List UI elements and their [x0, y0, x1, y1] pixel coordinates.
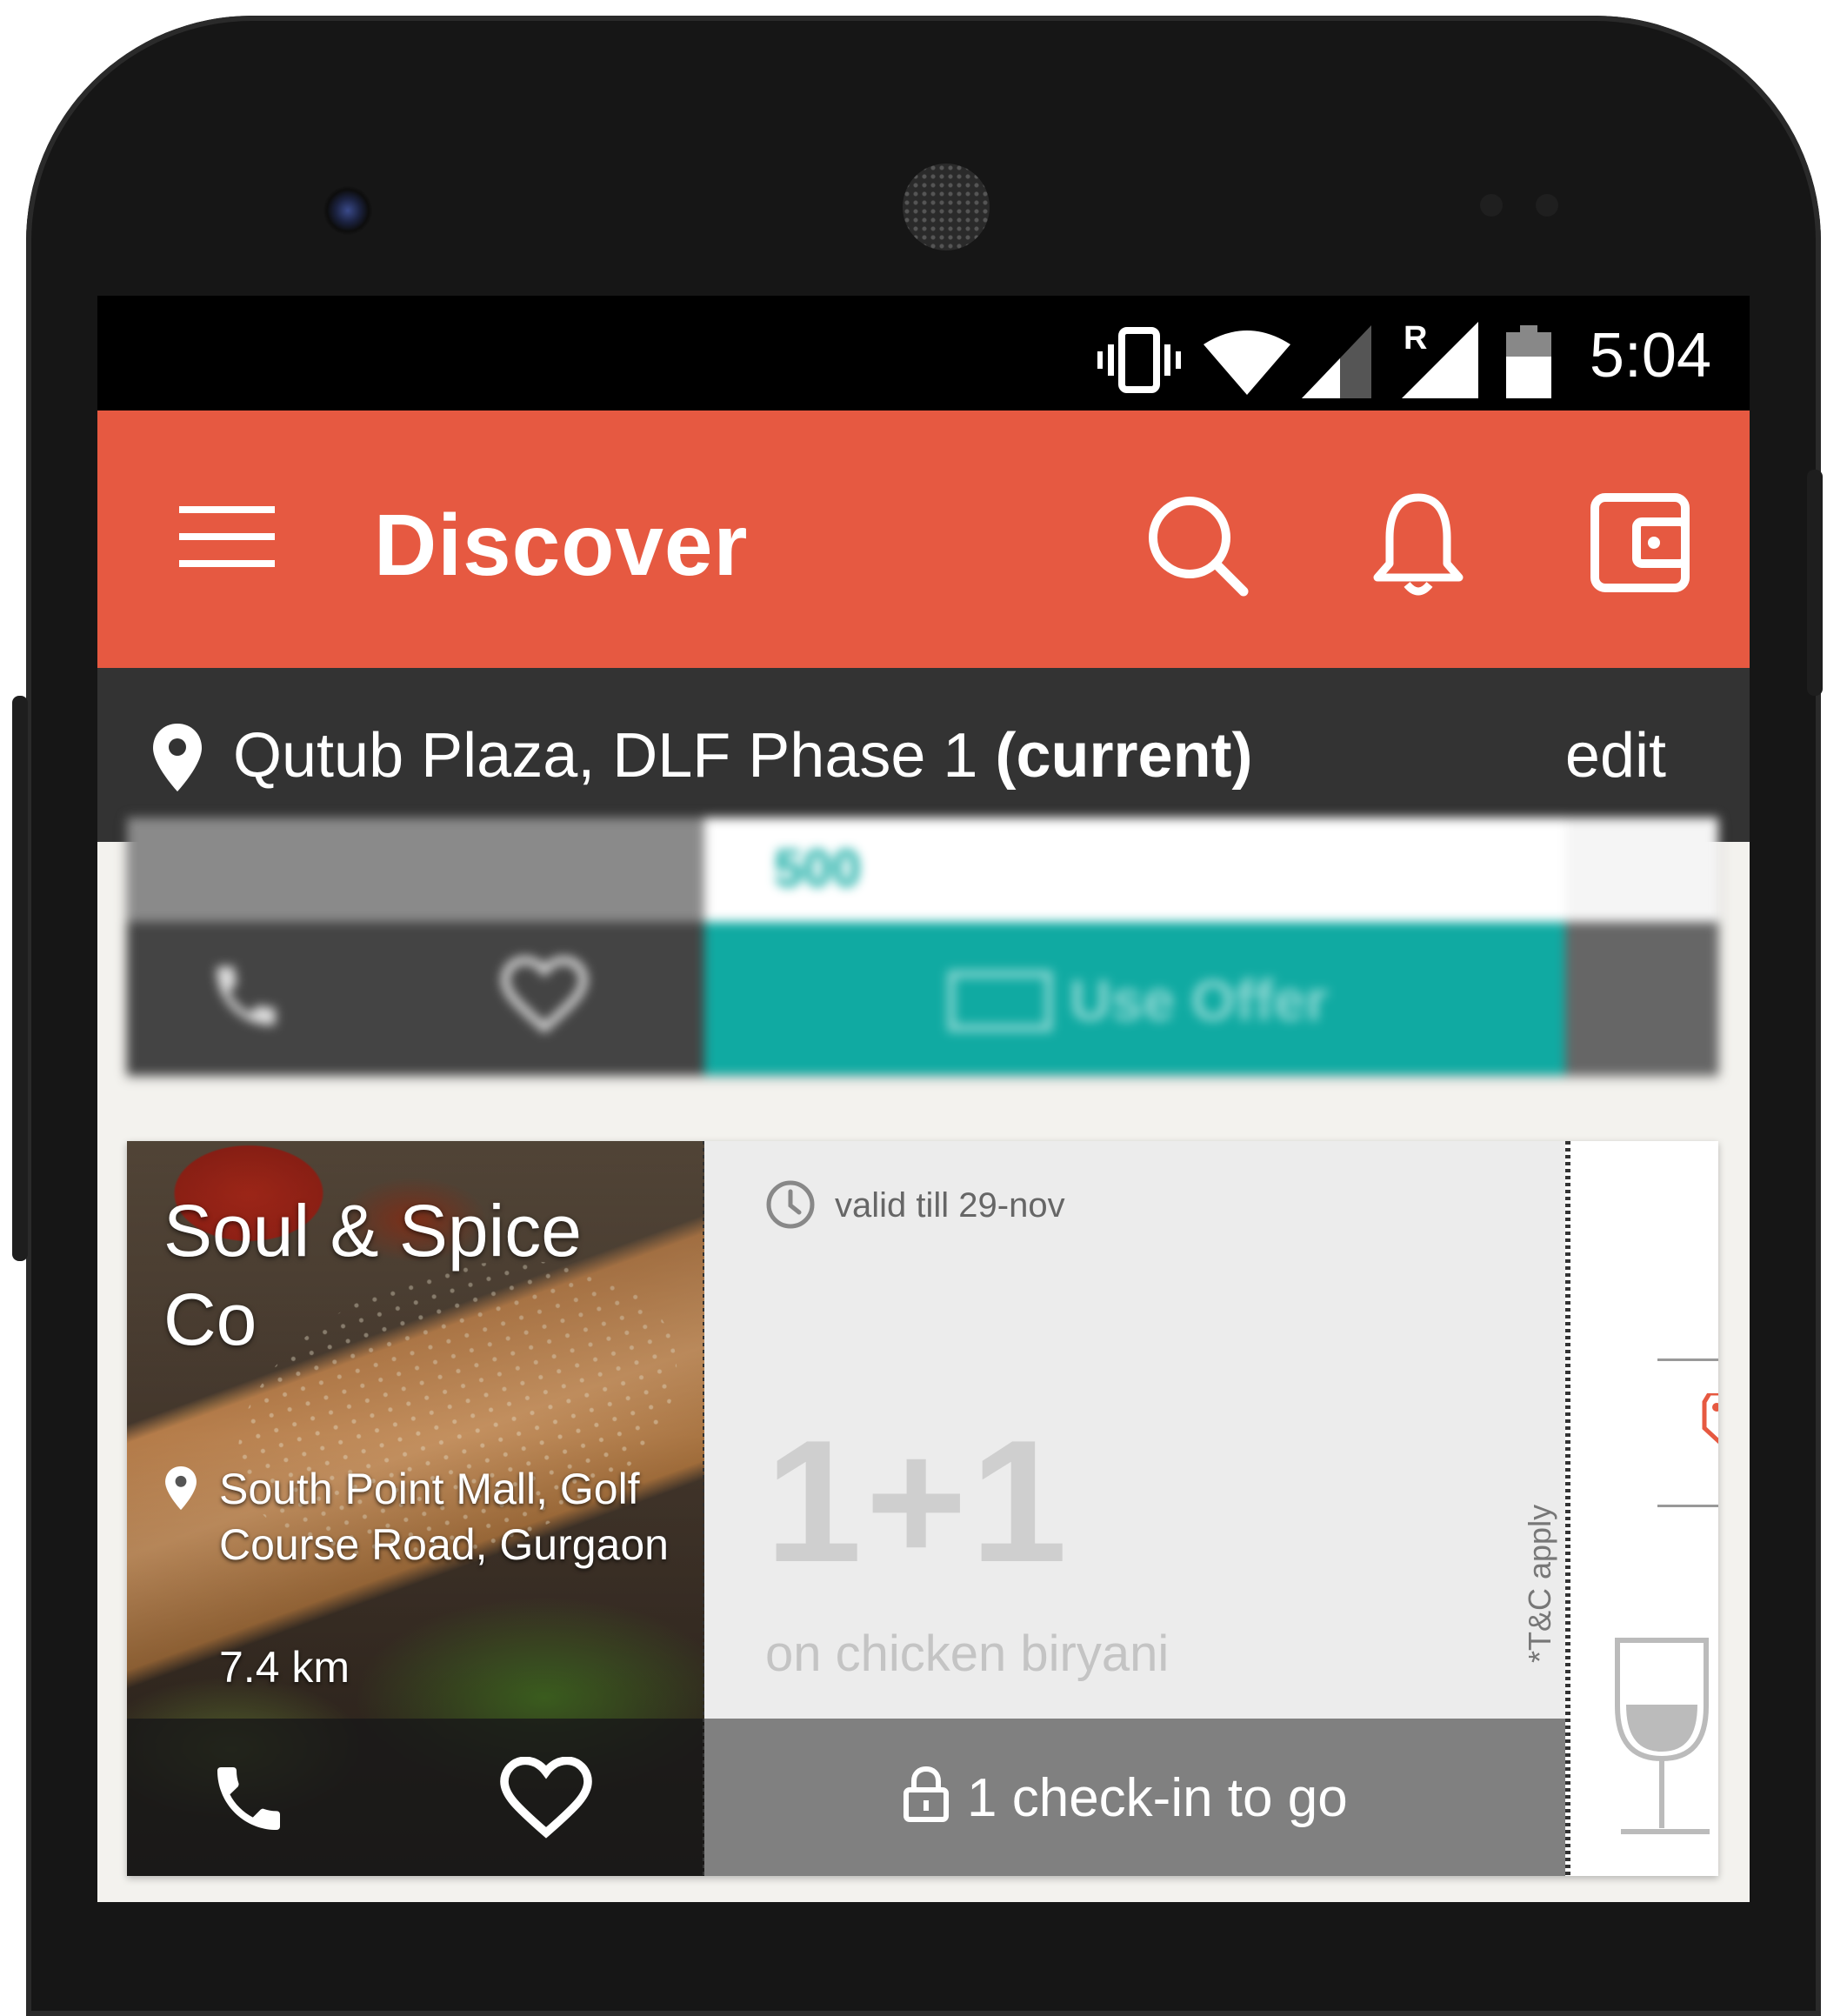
- terms-note[interactable]: *T&C apply: [1522, 1505, 1558, 1663]
- lock-icon: [903, 1766, 949, 1822]
- use-offer-button[interactable]: Use Offer: [704, 922, 1565, 1075]
- card-action-bar: [127, 922, 704, 1075]
- menu-icon[interactable]: [179, 506, 275, 567]
- power-button: [1807, 470, 1823, 696]
- location-pin-icon: [153, 724, 202, 791]
- edit-location-button[interactable]: edit: [1565, 720, 1666, 791]
- address-pin-icon: [165, 1466, 197, 1510]
- venue-distance: 7.4 km: [219, 1643, 350, 1692]
- venue-name: Soul & Spice Co: [163, 1190, 582, 1360]
- next-card-peek: [1570, 1141, 1718, 1876]
- screen: R 5:04 Discover Qutub Plaza, DLF Phase 1…: [97, 296, 1750, 1902]
- volume-button: [12, 696, 28, 1261]
- offer-value: 500: [774, 839, 862, 898]
- card-offer-area: 500: [704, 818, 1565, 922]
- offer-deal: 1+1: [765, 1405, 1071, 1599]
- earpiece-speaker: [903, 164, 990, 250]
- page-title: Discover: [374, 497, 749, 594]
- status-bar: R 5:04: [97, 296, 1750, 411]
- card-right-strip-top: [1565, 818, 1718, 922]
- use-offer-label: Use Offer: [1070, 968, 1329, 1032]
- heart-icon[interactable]: [501, 957, 588, 1035]
- card-action-bar: [127, 1719, 704, 1876]
- wallet-icon[interactable]: [1590, 492, 1690, 593]
- app-bar: Discover: [97, 411, 1750, 668]
- phone-icon[interactable]: [207, 1757, 290, 1840]
- heart-icon[interactable]: [497, 1757, 595, 1840]
- search-icon[interactable]: [1146, 494, 1250, 598]
- checkin-button[interactable]: 1 check-in to go: [704, 1719, 1565, 1876]
- venue-address: South Point Mall, Golf Course Road, Gurg…: [219, 1465, 669, 1569]
- bell-icon[interactable]: [1370, 491, 1466, 598]
- front-camera: [323, 186, 372, 235]
- location-name: Qutub Plaza, DLF Phase 1: [233, 721, 996, 791]
- offer-card[interactable]: Soul & Spice Co South Point Mall, Golf C…: [127, 1141, 1718, 1876]
- offer-validity: valid till 29-nov: [835, 1186, 1065, 1225]
- battery-icon: [1506, 325, 1551, 398]
- clock-icon: [766, 1180, 815, 1229]
- light-sensor: [1536, 194, 1558, 217]
- proximity-sensor: [1480, 194, 1503, 217]
- roaming-signal-icon: R: [1402, 320, 1478, 398]
- ticket-icon: [948, 971, 1052, 1031]
- current-location: Qutub Plaza, DLF Phase 1 (current): [233, 720, 1253, 791]
- venue-photo: Soul & Spice Co South Point Mall, Golf C…: [127, 1141, 704, 1876]
- tag-icon: [1702, 1393, 1718, 1445]
- wifi-icon: [1204, 330, 1290, 395]
- divider: [1657, 1358, 1718, 1361]
- current-label: (current): [995, 721, 1253, 791]
- status-time: 5:04: [1589, 321, 1711, 391]
- signal-icon: [1302, 325, 1371, 398]
- offer-description: on chicken biryani: [765, 1625, 1170, 1682]
- glass-icon: [1615, 1638, 1710, 1834]
- vibrate-icon: [1097, 327, 1181, 393]
- card-image: [127, 818, 704, 922]
- offer-card-blurred[interactable]: 500 Use Offer: [127, 818, 1718, 1075]
- roaming-label: R: [1404, 320, 1428, 357]
- location-bar[interactable]: Qutub Plaza, DLF Phase 1 (current) edit: [97, 668, 1750, 842]
- phone-icon[interactable]: [207, 957, 285, 1035]
- offer-details: valid till 29-nov 1+1 on chicken biryani…: [704, 1141, 1565, 1719]
- divider: [1657, 1505, 1718, 1507]
- checkin-label: 1 check-in to go: [967, 1768, 1348, 1828]
